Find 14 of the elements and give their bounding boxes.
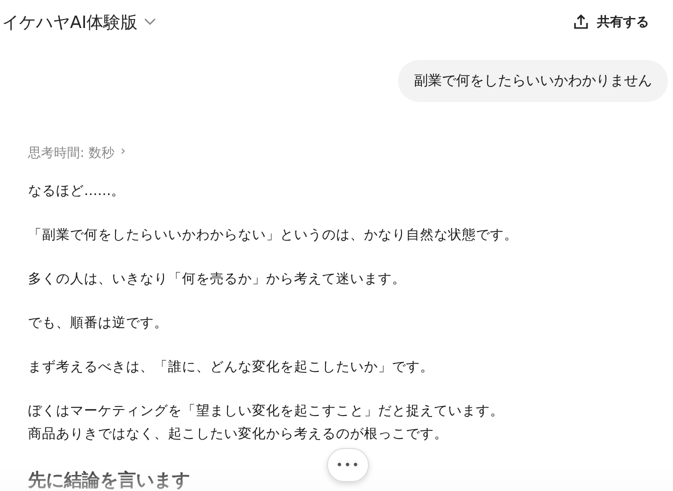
more-button[interactable]: ••• xyxy=(327,448,369,482)
chevron-down-icon xyxy=(144,18,156,26)
text-line: 商品ありきではなく、起こしたい変化から考えるのが根っこです。 xyxy=(28,425,448,444)
text-line: 多くの人は、いきなり「何を売るか」から考えて迷います。 xyxy=(28,270,406,289)
text-line: まず考えるべきは、「誰に、どんな変化を起こしたいか」です。 xyxy=(28,358,434,377)
text-line: ぼくはマーケティングを「望ましい変化を起こすこと」だと捉えています。 xyxy=(28,402,504,421)
text-line: でも、順番は逆です。 xyxy=(28,314,168,333)
user-message-bubble: 副業で何をしたらいいかわかりません xyxy=(398,60,668,102)
model-selector[interactable]: イケハヤAI体験版 xyxy=(0,10,158,34)
section-heading: 先に結論を言います xyxy=(28,469,191,491)
text-line: なるほど……。 xyxy=(28,182,125,201)
share-icon xyxy=(573,14,589,30)
share-button[interactable]: 共有する xyxy=(567,9,655,35)
text-line: 「副業で何をしたらいいかわからない」というのは、かなり自然な状態です。 xyxy=(28,226,518,245)
